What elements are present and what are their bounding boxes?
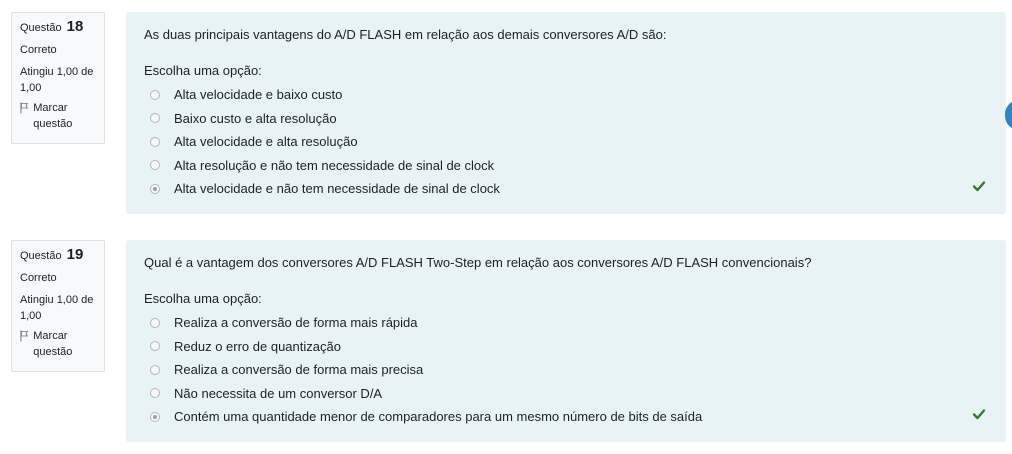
question-content: As duas principais vantagens do A/D FLAS… [126, 12, 1006, 214]
flag-icon [20, 102, 29, 114]
radio-button[interactable] [150, 364, 160, 375]
question-number: Questão 19 [20, 247, 104, 264]
answer-label: Realiza a conversão de forma mais rápida [174, 315, 418, 331]
answer-label: Alta velocidade e não tem necessidade de… [174, 181, 500, 197]
answer-list: Realiza a conversão de forma mais rápida… [144, 311, 1006, 429]
answer-option-selected[interactable]: Contém uma quantidade menor de comparado… [144, 405, 1006, 429]
flag-question-link[interactable]: Marcar questão [20, 100, 104, 132]
radio-button[interactable] [150, 89, 160, 100]
answer-option-selected[interactable]: Alta velocidade e não tem necessidade de… [144, 177, 1006, 201]
question-text: As duas principais vantagens do A/D FLAS… [144, 27, 667, 42]
answer-label: Reduz o erro de quantização [174, 338, 341, 354]
answer-option[interactable]: Alta velocidade e alta resolução [144, 130, 1006, 154]
question-grade: Atingiu 1,00 de 1,00 [20, 66, 94, 94]
answer-option[interactable]: Reduz o erro de quantização [144, 335, 1006, 359]
radio-button[interactable] [150, 388, 160, 399]
radio-button-checked[interactable] [150, 183, 160, 194]
answer-option[interactable]: Realiza a conversão de forma mais rápida [144, 311, 1006, 335]
answer-option[interactable]: Alta velocidade e baixo custo [144, 83, 1006, 107]
answer-label: Alta resolução e não tem necessidade de … [174, 157, 495, 173]
answer-option[interactable]: Baixo custo e alta resolução [144, 107, 1006, 131]
answer-label: Realiza a conversão de forma mais precis… [174, 362, 424, 378]
question-number: Questão 18 [20, 19, 104, 36]
flag-question-label: Marcar questão [33, 102, 73, 130]
answer-label: Alta velocidade e alta resolução [174, 134, 358, 150]
answer-label: Alta velocidade e baixo custo [174, 87, 343, 103]
question-state: Correto [20, 44, 57, 56]
radio-button[interactable] [150, 317, 160, 328]
flag-question-label: Marcar questão [33, 330, 73, 358]
question-info: Questão 18 Correto Atingiu 1,00 de 1,00 … [11, 12, 105, 144]
answer-option[interactable]: Realiza a conversão de forma mais precis… [144, 358, 1006, 382]
flag-icon [20, 330, 29, 342]
answer-label: Baixo custo e alta resolução [174, 110, 337, 126]
flag-question-link[interactable]: Marcar questão [20, 328, 104, 360]
radio-button[interactable] [150, 113, 160, 124]
answer-prompt: Escolha uma opção: [144, 63, 262, 78]
check-icon [972, 181, 986, 192]
question-state: Correto [20, 272, 57, 284]
question-grade: Atingiu 1,00 de 1,00 [20, 294, 94, 322]
radio-button[interactable] [150, 341, 160, 352]
answer-label: Contém uma quantidade menor de comparado… [174, 409, 703, 425]
radio-button-checked[interactable] [150, 411, 160, 422]
answer-prompt: Escolha uma opção: [144, 291, 262, 306]
question-text: Qual é a vantagem dos conversores A/D FL… [144, 255, 812, 270]
answer-option[interactable]: Alta resolução e não tem necessidade de … [144, 154, 1006, 178]
question-number-value: 18 [66, 18, 84, 35]
question-content: Qual é a vantagem dos conversores A/D FL… [126, 240, 1006, 442]
question-label: Questão [20, 250, 62, 262]
radio-button[interactable] [150, 136, 160, 147]
question-number-value: 19 [66, 246, 84, 263]
question-label: Questão [20, 22, 62, 34]
answer-list: Alta velocidade e baixo custo Baixo cust… [144, 83, 1006, 201]
check-icon [972, 409, 986, 420]
drawer-toggle-tab[interactable] [1005, 100, 1012, 130]
answer-label: Não necessita de um conversor D/A [174, 385, 383, 401]
radio-button[interactable] [150, 160, 160, 171]
question-info: Questão 19 Correto Atingiu 1,00 de 1,00 … [11, 240, 105, 372]
answer-option[interactable]: Não necessita de um conversor D/A [144, 382, 1006, 406]
